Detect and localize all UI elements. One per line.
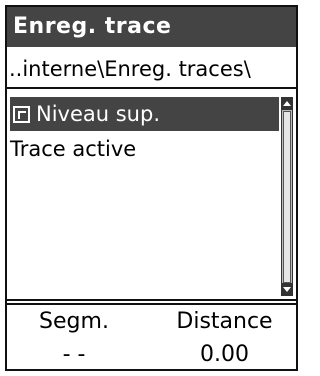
- track-list: Niveau sup. Trace active: [7, 91, 296, 299]
- scroll-down-arrow-icon[interactable]: [282, 283, 292, 295]
- list-item-active-track[interactable]: Trace active: [10, 132, 279, 166]
- distance-value: 0.00: [200, 342, 249, 367]
- distance-header: Distance: [176, 309, 273, 334]
- list-item-label: Trace active: [10, 137, 137, 161]
- segments-value: - -: [62, 342, 86, 367]
- scroll-up-arrow-icon[interactable]: [282, 98, 292, 110]
- scrollbar-thumb[interactable]: [283, 111, 291, 283]
- segments-header: Segm.: [39, 309, 109, 334]
- track-log-panel: Enreg. trace ..interne\Enreg. traces\ Ni…: [5, 5, 298, 371]
- list-item-label: Niveau sup.: [36, 102, 161, 126]
- panel-title: Enreg. trace: [7, 7, 296, 47]
- scrollbar[interactable]: [281, 97, 293, 296]
- folder-path: ..interne\Enreg. traces\: [7, 49, 296, 89]
- folder-up-icon: [13, 106, 30, 123]
- divider: [7, 299, 296, 305]
- list-item-parent-folder[interactable]: Niveau sup.: [10, 97, 279, 131]
